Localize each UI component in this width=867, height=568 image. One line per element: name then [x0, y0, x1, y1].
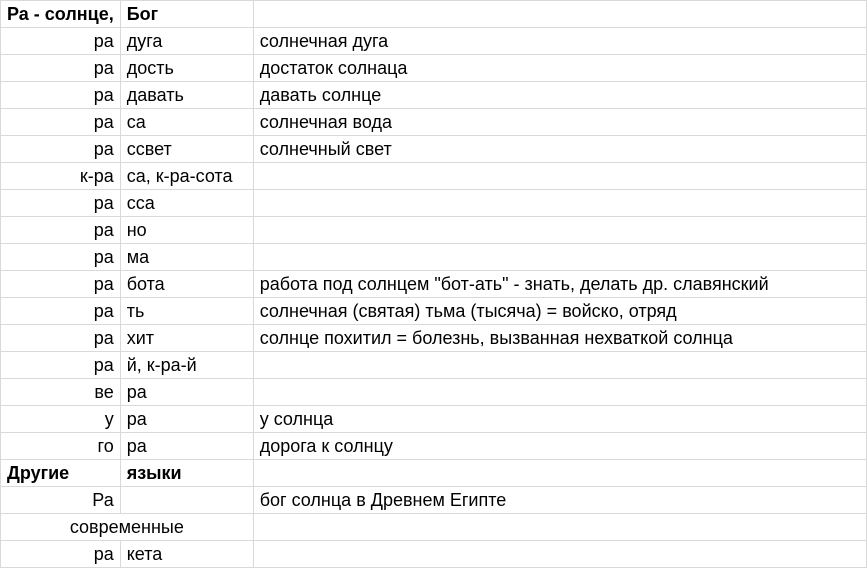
suffix-cell: ть	[120, 298, 253, 325]
prefix-cell: ра	[1, 109, 121, 136]
suffix-cell: хит	[120, 325, 253, 352]
table-row: урау солнца	[1, 406, 867, 433]
table-row: рай, к-ра-й	[1, 352, 867, 379]
suffix-cell: й, к-ра-й	[120, 352, 253, 379]
suffix-cell	[120, 487, 253, 514]
table-row: современные	[1, 514, 867, 541]
suffix-cell: давать	[120, 82, 253, 109]
table-row: к-раса, к-ра-сота	[1, 163, 867, 190]
table-row: расса	[1, 190, 867, 217]
prefix-cell: ра	[1, 28, 121, 55]
empty-cell	[253, 514, 866, 541]
prefix-cell: ра	[1, 55, 121, 82]
meaning-cell: достаток солнаца	[253, 55, 866, 82]
meaning-cell: солнечная вода	[253, 109, 866, 136]
table-row: работаработа под солнцем "бот-ать" - зна…	[1, 271, 867, 298]
prefix-cell: ра	[1, 325, 121, 352]
table-row: ратьсолнечная (святая) тьма (тысяча) = в…	[1, 298, 867, 325]
prefix-cell: ра	[1, 136, 121, 163]
prefix-cell: к-ра	[1, 163, 121, 190]
table-row: горадорога к солнцу	[1, 433, 867, 460]
suffix-cell: сса	[120, 190, 253, 217]
meaning-cell	[253, 379, 866, 406]
meaning-cell: давать солнце	[253, 82, 866, 109]
section-row: Другиеязыки	[1, 460, 867, 487]
empty-cell	[253, 1, 866, 28]
table-row: радаватьдавать солнце	[1, 82, 867, 109]
table-row: радостьдостаток солнаца	[1, 55, 867, 82]
prefix-cell: ра	[1, 82, 121, 109]
meaning-cell	[253, 541, 866, 568]
meaning-cell: работа под солнцем "бот-ать" - знать, де…	[253, 271, 866, 298]
prefix-cell: ве	[1, 379, 121, 406]
meaning-cell: солнце похитил = болезнь, вызванная нехв…	[253, 325, 866, 352]
meaning-cell: дорога к солнцу	[253, 433, 866, 460]
prefix-cell: Ра	[1, 487, 121, 514]
suffix-cell: ра	[120, 433, 253, 460]
meaning-cell	[253, 163, 866, 190]
prefix-cell: ра	[1, 217, 121, 244]
suffix-cell: ма	[120, 244, 253, 271]
meaning-cell	[253, 244, 866, 271]
meaning-cell: бог солнца в Древнем Египте	[253, 487, 866, 514]
prefix-cell: ра	[1, 271, 121, 298]
meaning-cell	[253, 352, 866, 379]
section-cell-b: языки	[120, 460, 253, 487]
table-row: радугасолнечная дуга	[1, 28, 867, 55]
meaning-cell: солнечная дуга	[253, 28, 866, 55]
prefix-cell: ра	[1, 541, 121, 568]
suffix-cell: но	[120, 217, 253, 244]
prefix-cell: ра	[1, 190, 121, 217]
prefix-cell: ра	[1, 298, 121, 325]
table-row: расасолнечная вода	[1, 109, 867, 136]
suffix-cell: ра	[120, 406, 253, 433]
suffix-cell: кета	[120, 541, 253, 568]
prefix-cell: ра	[1, 244, 121, 271]
etymology-table: Ра - солнце,Боградугасолнечная дугарадос…	[0, 0, 867, 568]
suffix-cell: ра	[120, 379, 253, 406]
table-row: рахитсолнце похитил = болезнь, вызванная…	[1, 325, 867, 352]
prefix-cell: ра	[1, 352, 121, 379]
section-cell-a: Другие	[1, 460, 121, 487]
suffix-cell: са	[120, 109, 253, 136]
meaning-cell	[253, 217, 866, 244]
table-row: рама	[1, 244, 867, 271]
suffix-cell: дость	[120, 55, 253, 82]
meaning-cell: солнечный свет	[253, 136, 866, 163]
table-row: ракета	[1, 541, 867, 568]
meaning-cell: у солнца	[253, 406, 866, 433]
suffix-cell: ссвет	[120, 136, 253, 163]
table-row: рано	[1, 217, 867, 244]
table-row: вера	[1, 379, 867, 406]
meaning-cell	[253, 190, 866, 217]
suffix-cell: дуга	[120, 28, 253, 55]
empty-cell	[253, 460, 866, 487]
title-cell-a: Ра - солнце,	[1, 1, 121, 28]
title-cell-b: Бог	[120, 1, 253, 28]
suffix-cell: са, к-ра-сота	[120, 163, 253, 190]
prefix-cell: у	[1, 406, 121, 433]
table-row: рассветсолнечный свет	[1, 136, 867, 163]
merged-cell: современные	[1, 514, 254, 541]
prefix-cell: го	[1, 433, 121, 460]
meaning-cell: солнечная (святая) тьма (тысяча) = войск…	[253, 298, 866, 325]
title-row: Ра - солнце,Бог	[1, 1, 867, 28]
suffix-cell: бота	[120, 271, 253, 298]
table-row: Ра бог солнца в Древнем Египте	[1, 487, 867, 514]
